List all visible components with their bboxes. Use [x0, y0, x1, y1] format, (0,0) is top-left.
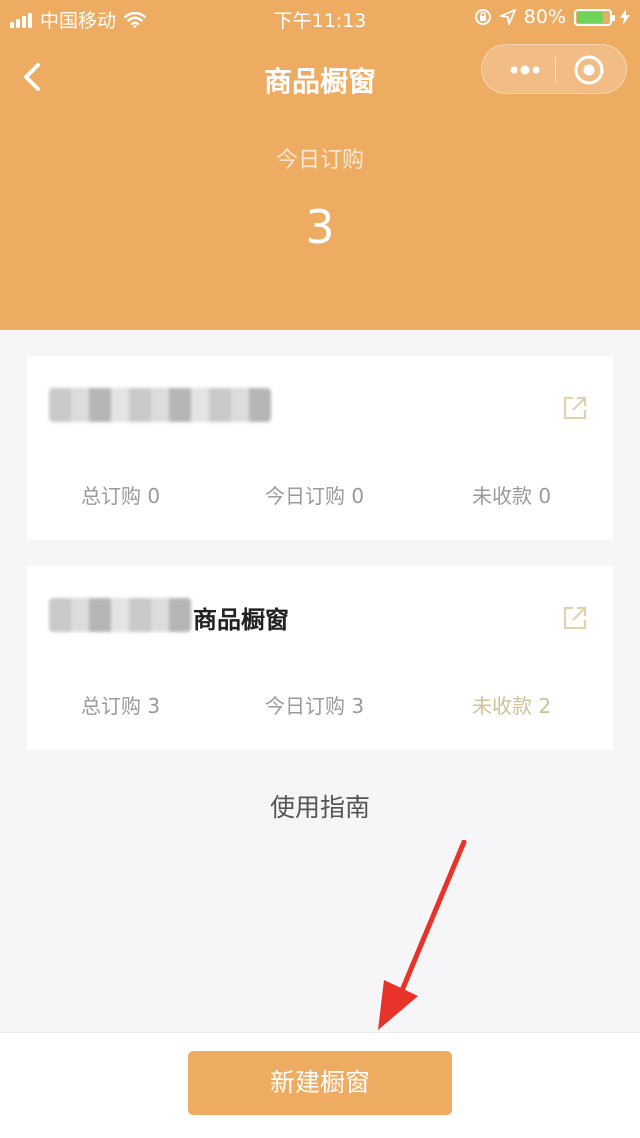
external-link-icon[interactable]: [561, 394, 589, 422]
rotation-lock-icon: [474, 9, 491, 25]
total-orders-stat: 总订购 0: [81, 484, 161, 508]
new-showcase-button[interactable]: 新建橱窗: [188, 1051, 452, 1115]
location-icon: [499, 9, 516, 25]
today-orders-stat: 今日订购 3: [265, 694, 365, 718]
red-arrow-annotation: [378, 840, 467, 1030]
blurred-name: [49, 388, 271, 422]
charging-icon: [620, 9, 630, 25]
showcase-name: 商品橱窗: [193, 606, 289, 634]
today-orders-count: 3: [305, 200, 335, 254]
battery-percent: 80%: [523, 6, 566, 28]
user-guide-link[interactable]: 使用指南: [0, 788, 640, 824]
bottom-bar: 新建橱窗: [0, 1032, 640, 1138]
more-icon[interactable]: [500, 55, 550, 85]
battery-icon: [574, 8, 615, 26]
close-mini-program-icon[interactable]: [572, 53, 606, 87]
today-orders-stat: 今日订购 0: [265, 484, 365, 508]
external-link-icon[interactable]: [561, 604, 589, 632]
capsule-divider: [555, 57, 556, 83]
unpaid-stat: 未收款 0: [472, 484, 552, 508]
unpaid-stat: 未收款 2: [472, 694, 552, 718]
mini-program-capsule: [481, 44, 627, 94]
header-banner: 中国移动 下午11:13 80% 商品橱窗 今日订购 3: [0, 0, 640, 330]
showcase-card[interactable]: 商品橱窗 总订购 3 今日订购 3 未收款 2: [27, 566, 613, 750]
today-orders-label: 今日订购: [275, 148, 364, 173]
blurred-name: [49, 598, 191, 632]
nav-bar: 商品橱窗: [0, 44, 640, 110]
showcase-card[interactable]: 总订购 0 今日订购 0 未收款 0: [27, 356, 613, 540]
status-bar: 中国移动 下午11:13 80%: [0, 0, 640, 36]
total-orders-stat: 总订购 3: [81, 694, 161, 718]
